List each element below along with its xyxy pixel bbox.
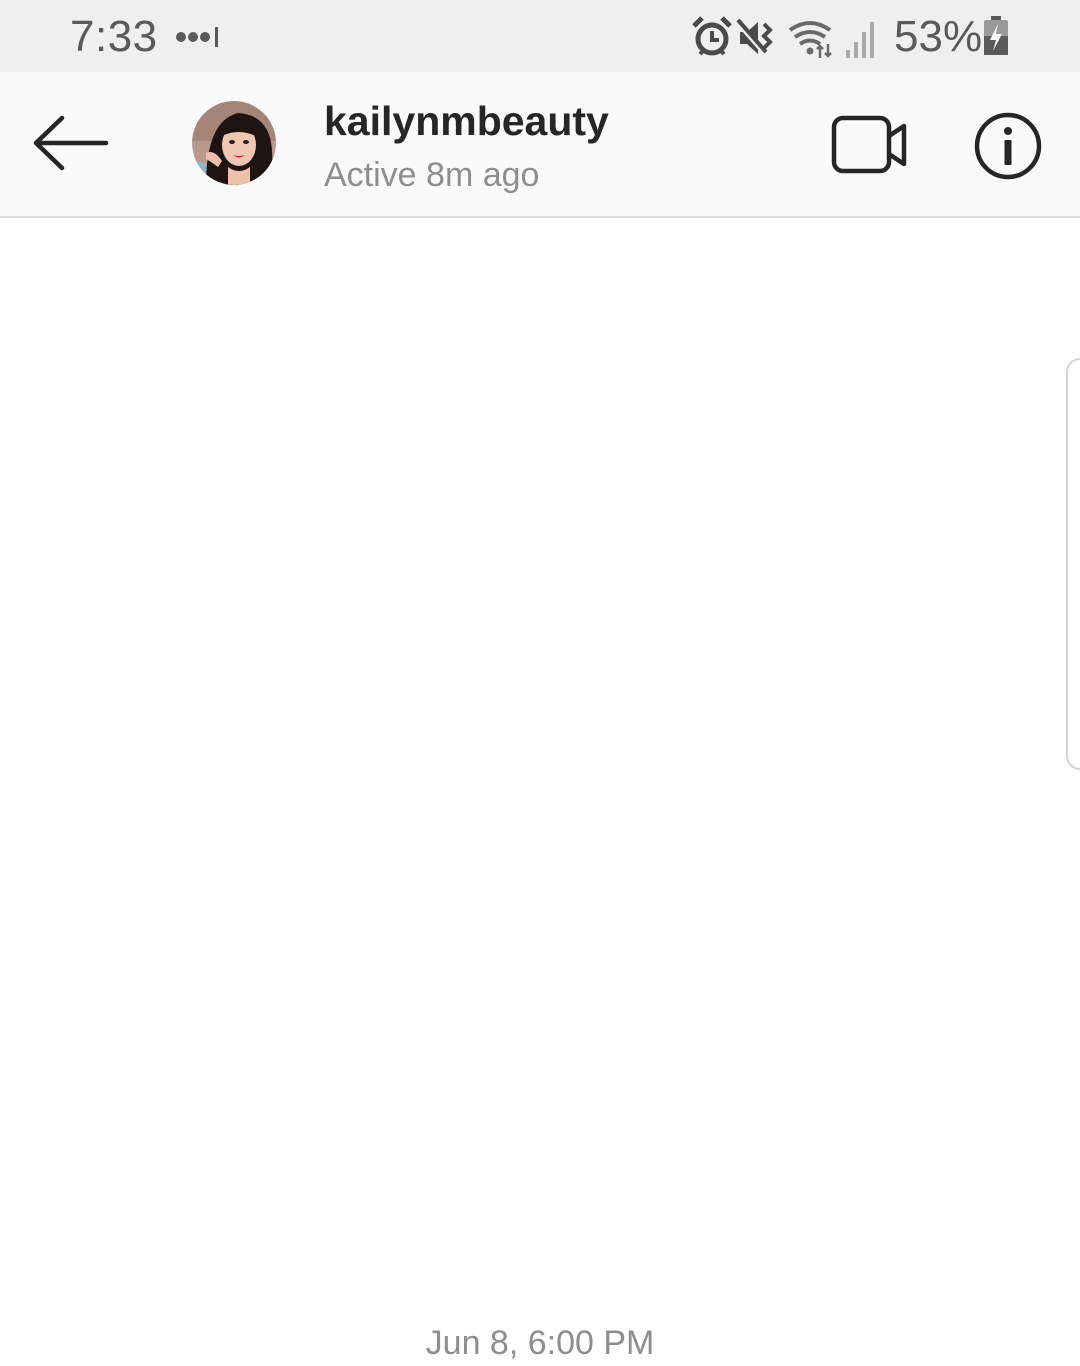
video-call-icon[interactable] bbox=[828, 112, 912, 178]
battery-percent: 53% bbox=[894, 12, 983, 61]
active-status: Active 8m ago bbox=[324, 156, 540, 194]
signal-icon bbox=[846, 22, 874, 58]
status-time: 7:33 bbox=[70, 12, 158, 61]
back-arrow-icon[interactable] bbox=[30, 112, 112, 174]
status-bar: 7:33 53% bbox=[0, 0, 1080, 72]
info-icon[interactable] bbox=[970, 108, 1046, 184]
message-timestamp: Jun 8, 6:00 PM bbox=[425, 1324, 655, 1362]
more-dots-icon bbox=[176, 27, 218, 47]
side-panel-handle[interactable] bbox=[1066, 358, 1080, 770]
message-thread[interactable]: Jun 8, 6:00 PM bbox=[0, 218, 1080, 1366]
chat-header: kailynmbeauty Active 8m ago bbox=[0, 72, 1080, 218]
status-icons-group bbox=[692, 16, 874, 58]
chat-username[interactable]: kailynmbeauty bbox=[324, 98, 609, 145]
wifi-icon bbox=[788, 21, 832, 58]
battery-charging-icon bbox=[984, 16, 1008, 55]
avatar[interactable] bbox=[192, 101, 276, 185]
mute-vibrate-icon bbox=[735, 18, 773, 56]
alarm-icon bbox=[692, 16, 732, 56]
